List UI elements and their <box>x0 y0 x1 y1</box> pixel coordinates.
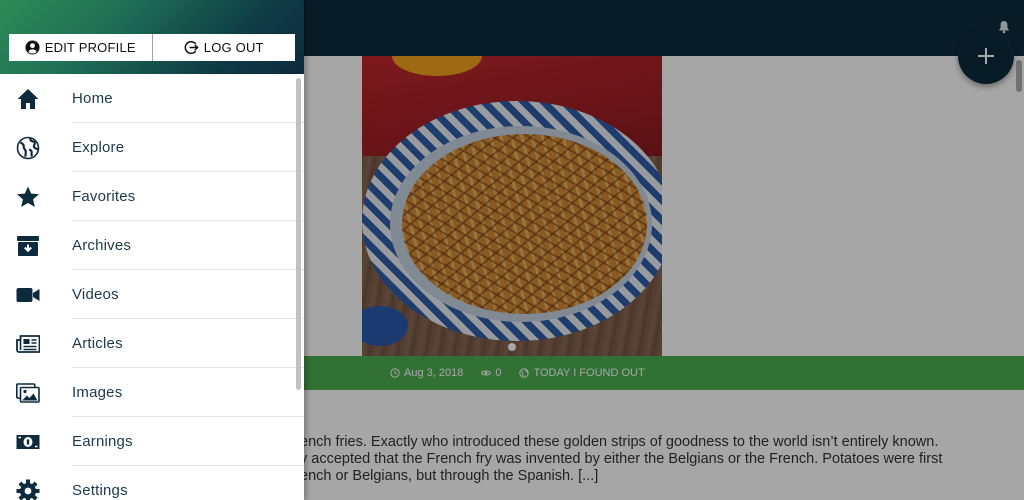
gear-icon <box>16 479 40 500</box>
drawer-item-settings[interactable]: Settings <box>0 466 304 500</box>
drawer-header: EDIT PROFILE LOG OUT <box>0 0 304 74</box>
account-circle-icon <box>25 40 40 55</box>
drawer-item-label: Explore <box>72 139 125 156</box>
drawer-item-label: Earnings <box>72 433 133 450</box>
log-out-button[interactable]: LOG OUT <box>151 34 296 61</box>
drawer-item-images[interactable]: Images <box>0 368 304 417</box>
star-icon <box>17 186 39 207</box>
navigation-drawer: EDIT PROFILE LOG OUT Home Explore Favori… <box>0 0 304 500</box>
newspaper-icon <box>16 335 40 353</box>
home-icon <box>17 89 39 109</box>
drawer-item-earnings[interactable]: Earnings <box>0 417 304 466</box>
drawer-menu: Home Explore Favorites Archives Videos A… <box>0 74 304 500</box>
drawer-item-articles[interactable]: Articles <box>0 319 304 368</box>
drawer-item-favorites[interactable]: Favorites <box>0 172 304 221</box>
drawer-item-label: Articles <box>72 335 123 352</box>
drawer-item-label: Settings <box>72 482 128 499</box>
drawer-item-label: Archives <box>72 237 132 254</box>
drawer-item-label: Videos <box>72 286 119 303</box>
drawer-item-label: Images <box>72 384 123 401</box>
images-icon <box>16 383 40 403</box>
drawer-item-label: Favorites <box>72 188 136 205</box>
drawer-scrollbar[interactable] <box>296 78 301 390</box>
money-icon <box>16 435 40 449</box>
drawer-item-archives[interactable]: Archives <box>0 221 304 270</box>
globe-icon <box>16 136 40 160</box>
drawer-item-explore[interactable]: Explore <box>0 123 304 172</box>
drawer-item-videos[interactable]: Videos <box>0 270 304 319</box>
archive-icon <box>17 236 39 256</box>
drawer-item-label: Home <box>72 90 113 107</box>
edit-profile-button[interactable]: EDIT PROFILE <box>9 34 152 61</box>
video-camera-icon <box>16 288 40 302</box>
logout-icon <box>184 40 199 55</box>
page-scrollbar[interactable] <box>1016 60 1022 92</box>
profile-actions: EDIT PROFILE LOG OUT <box>9 34 295 61</box>
drawer-item-home[interactable]: Home <box>0 74 304 123</box>
